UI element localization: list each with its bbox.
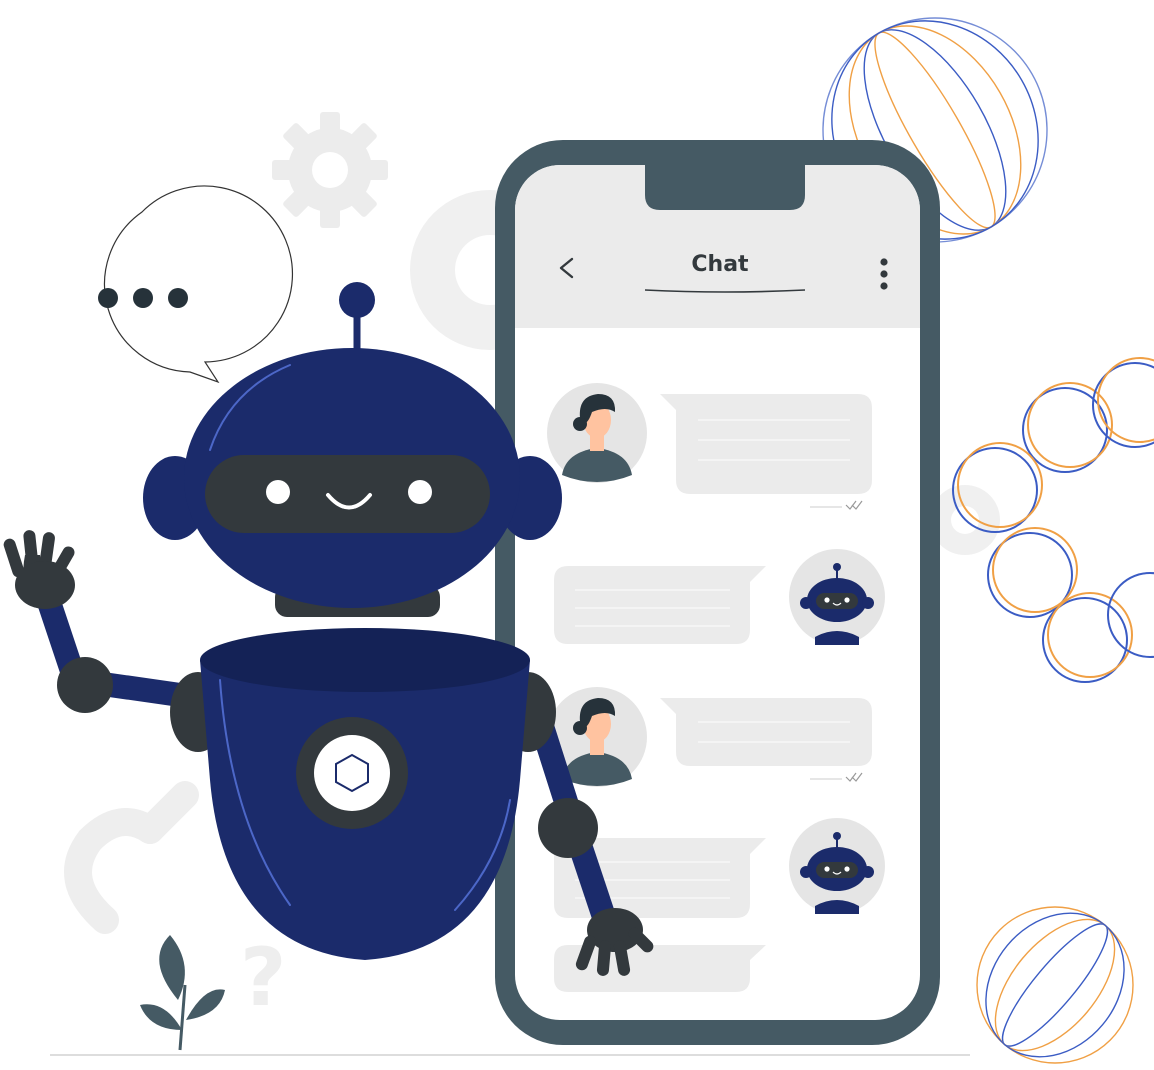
chat-header-title: Chat — [691, 252, 749, 277]
question-mark-icon: ? — [240, 931, 286, 1024]
wire-sphere-decoration — [976, 906, 1134, 1064]
more-vertical-icon[interactable] — [880, 258, 888, 290]
message-bubble — [660, 698, 872, 766]
message-bubble — [554, 566, 766, 644]
message-bubble — [660, 394, 872, 494]
robot-eye — [408, 480, 432, 504]
typing-bubble-icon — [98, 185, 294, 384]
robot-eye — [266, 480, 290, 504]
phone-notch — [645, 165, 805, 210]
wrench-icon — [64, 781, 199, 934]
chatbot-illustration: ? — [3, 17, 1154, 1064]
plant-decoration — [140, 935, 225, 1051]
gear-icon — [272, 112, 388, 228]
